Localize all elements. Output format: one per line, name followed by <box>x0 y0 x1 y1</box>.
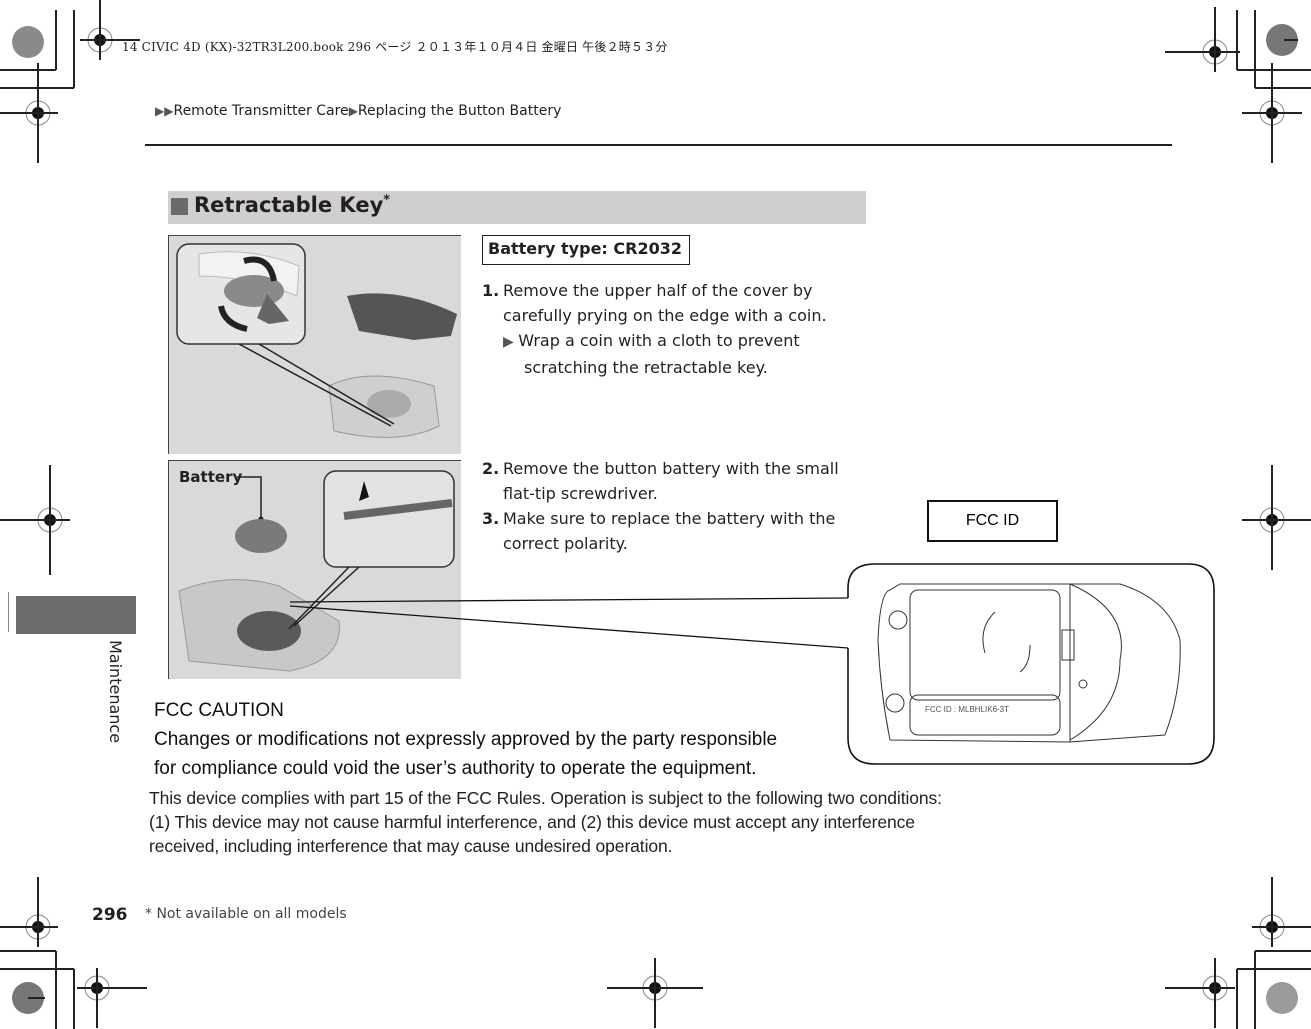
fcc-caution-text: for compliance could void the user’s aut… <box>154 758 757 779</box>
fcc-rules-line: This device complies with part 15 of the… <box>149 788 942 808</box>
callout-leader-line <box>289 605 849 649</box>
page-number: 296 <box>92 905 128 925</box>
callout-outline <box>847 563 1215 765</box>
fcc-caution: FCC CAUTION Changes or modifications not… <box>154 696 777 783</box>
footnote: * Not available on all models <box>145 906 347 922</box>
fcc-id-label: FCC ID : MLBHLIK6-3T <box>925 705 1009 714</box>
fcc-id-diagram: FCC ID : MLBHLIK6-3T <box>289 563 1215 765</box>
fcc-caution-text: Changes or modifications not expressly a… <box>154 729 778 750</box>
fcc-rules-line: received, including interference that ma… <box>149 836 673 856</box>
chapter-tab[interactable] <box>16 596 136 634</box>
fcc-rules: This device complies with part 15 of the… <box>149 786 942 858</box>
tab-tick <box>8 592 9 632</box>
chapter-tab-label: Maintenance <box>106 640 125 744</box>
callout-leader-line <box>289 597 849 603</box>
fcc-rules-line: (1) This device may not cause harmful in… <box>149 812 915 832</box>
fcc-caution-title: FCC CAUTION <box>154 700 284 721</box>
